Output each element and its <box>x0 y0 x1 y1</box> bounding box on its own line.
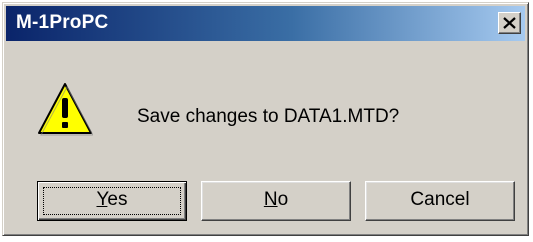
cancel-button-label: Cancel <box>410 189 470 210</box>
title-bar[interactable]: M-1ProPC <box>6 6 525 41</box>
no-button[interactable]: No <box>201 181 351 221</box>
yes-button[interactable]: Yes <box>37 181 187 221</box>
cancel-button[interactable]: Cancel <box>365 181 515 221</box>
yes-button-label: Yes <box>96 189 128 210</box>
close-button[interactable] <box>498 12 521 34</box>
dialog-message: Save changes to DATA1.MTD? <box>137 106 400 127</box>
save-changes-dialog: M-1ProPC Save changes to DATA1.MTD? Yes … <box>2 2 529 236</box>
window-title: M-1ProPC <box>16 12 109 33</box>
no-button-label: No <box>263 189 289 210</box>
close-icon <box>503 17 516 29</box>
warning-icon <box>38 83 93 136</box>
